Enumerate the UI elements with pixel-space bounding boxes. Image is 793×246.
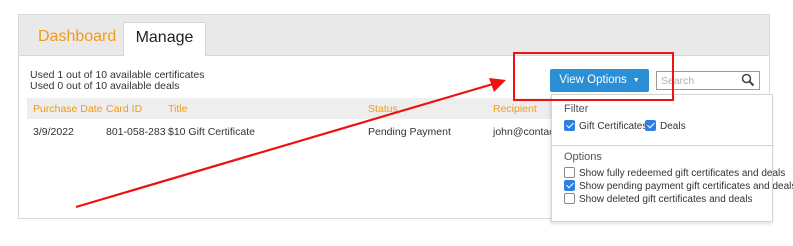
column-header-status[interactable]: Status <box>368 103 398 115</box>
show-pending-payment-label[interactable]: Show pending payment gift certificates a… <box>579 181 793 192</box>
column-header-card-id[interactable]: Card ID <box>106 103 142 115</box>
manage-panel: Dashboard Manage Used 1 out of 10 availa… <box>18 14 793 222</box>
column-header-purchase-date[interactable]: Purchase Date <box>33 103 102 115</box>
search-input[interactable] <box>657 72 737 89</box>
column-header-recipient[interactable]: Recipient <box>493 103 537 115</box>
tab-dashboard[interactable]: Dashboard <box>38 22 116 56</box>
cell-recipient: john@contact <box>493 126 558 138</box>
show-redeemed-label[interactable]: Show fully redeemed gift certificates an… <box>579 168 785 179</box>
cell-title: $10 Gift Certificate <box>168 126 255 138</box>
view-options-menu: Filter Gift Certificates Deals Options S… <box>551 94 793 222</box>
column-header-title[interactable]: Title <box>168 103 187 115</box>
cell-purchase-date: 3/9/2022 <box>33 126 74 138</box>
options-heading: Options <box>564 151 602 163</box>
tab-manage[interactable]: Manage <box>123 22 206 57</box>
show-deleted-label[interactable]: Show deleted gift certificates and deals <box>579 194 752 205</box>
show-redeemed-checkbox[interactable] <box>564 167 575 178</box>
menu-divider <box>552 145 774 146</box>
show-pending-payment-checkbox[interactable] <box>564 180 575 191</box>
view-options-label: View Options <box>559 74 627 86</box>
search-icon[interactable] <box>741 73 755 87</box>
filter-heading: Filter <box>564 103 589 115</box>
gift-certificates-label[interactable]: Gift Certificates <box>579 121 647 132</box>
deal-usage-text: Used 0 out of 10 available deals <box>30 80 180 92</box>
search-field[interactable] <box>656 71 760 90</box>
caret-down-icon: ▼ <box>632 77 640 84</box>
cell-status: Pending Payment <box>368 126 451 138</box>
show-deleted-checkbox[interactable] <box>564 193 575 204</box>
deals-label[interactable]: Deals <box>660 121 686 132</box>
gift-certificates-checkbox[interactable] <box>564 120 575 131</box>
tab-bar: Dashboard Manage <box>19 15 769 57</box>
cell-card-id: 801-058-283 <box>106 126 166 138</box>
deals-checkbox[interactable] <box>645 120 656 131</box>
view-options-button[interactable]: View Options ▼ <box>550 69 649 92</box>
